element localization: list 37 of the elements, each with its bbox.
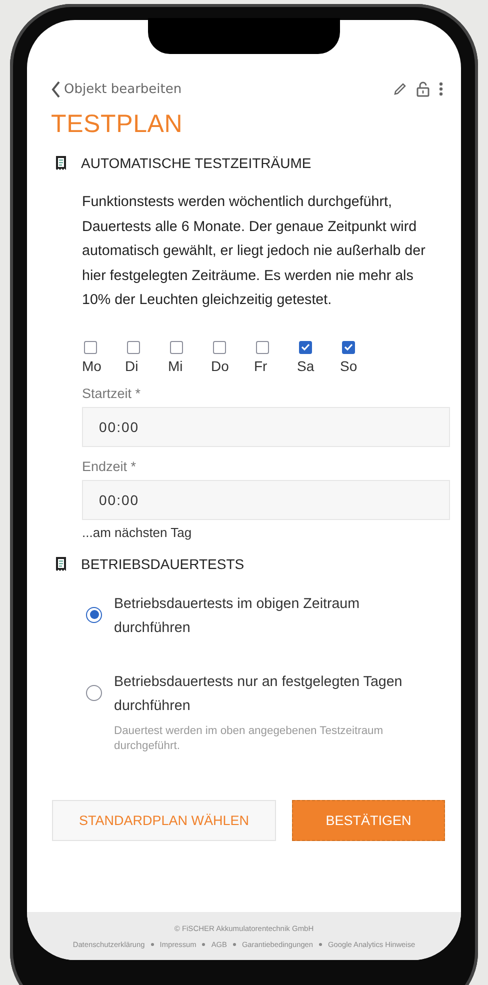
hint-text: Dauertest werden im oben angegebenen Testzeitraum durchgeführt. — [114, 724, 384, 754]
field-label: Startzeit * — [82, 386, 142, 400]
receipt-icon — [55, 155, 67, 171]
section-heading: AUTOMATISCHE TESTZEITRÄUME — [81, 155, 312, 171]
chevron-left-icon — [51, 80, 61, 98]
more-icon[interactable] — [439, 82, 443, 96]
page-title: TESTPLAN — [51, 110, 184, 139]
note-text: ...am nächsten Tag — [82, 524, 193, 540]
time-field[interactable]: 00:00 — [82, 480, 450, 520]
confirm-button[interactable]: BESTÄTIGEN — [292, 800, 445, 840]
default-plan-button[interactable]: STANDARDPLAN WÄHLEN — [52, 800, 276, 840]
time-field[interactable]: 00:00 — [82, 406, 450, 446]
checkbox[interactable] — [342, 340, 355, 354]
field-label: Endzeit * — [82, 458, 138, 474]
day-label: Di — [125, 358, 138, 374]
checkbox[interactable] — [299, 340, 312, 354]
receipt-icon — [55, 556, 67, 572]
checkbox[interactable] — [127, 340, 140, 354]
checkbox[interactable] — [84, 340, 97, 354]
checkbox[interactable] — [213, 340, 226, 354]
description-text: Funktionstests werden wöchentlich durchgeführt, Dauertests alle 6 Monate. Der genaue Zeitpunkt wird automatisch gewählt, er liegt jedoch nie außerhalb der hier festgelegten Zeiträume. Es werden nie mehr als 10% der Leuchten gleichzeitig getestet. — [82, 193, 426, 310]
day-label: Mi — [168, 358, 183, 374]
day-label: Mo — [82, 358, 102, 374]
option-label[interactable]: Betriebsdauertests im obigen Zeitraum durchführen — [114, 592, 414, 640]
checkbox[interactable] — [170, 340, 183, 354]
checkbox[interactable] — [256, 340, 269, 354]
back-link[interactable]: Objekt bearbeiten — [51, 80, 182, 98]
day-label: Sa — [297, 358, 314, 374]
radio-button[interactable] — [86, 606, 102, 622]
option-label[interactable]: Betriebsdauertests nur an festgelegten Tagen durchführen — [114, 670, 414, 718]
section-heading: BETRIEBSDAUERTESTS — [81, 556, 244, 572]
radio-button[interactable] — [86, 684, 102, 700]
unlock-icon[interactable] — [416, 81, 430, 97]
day-label: So — [340, 358, 358, 374]
day-label: Do — [211, 358, 229, 374]
day-label: Fr — [254, 358, 268, 374]
pencil-icon[interactable] — [393, 82, 407, 96]
